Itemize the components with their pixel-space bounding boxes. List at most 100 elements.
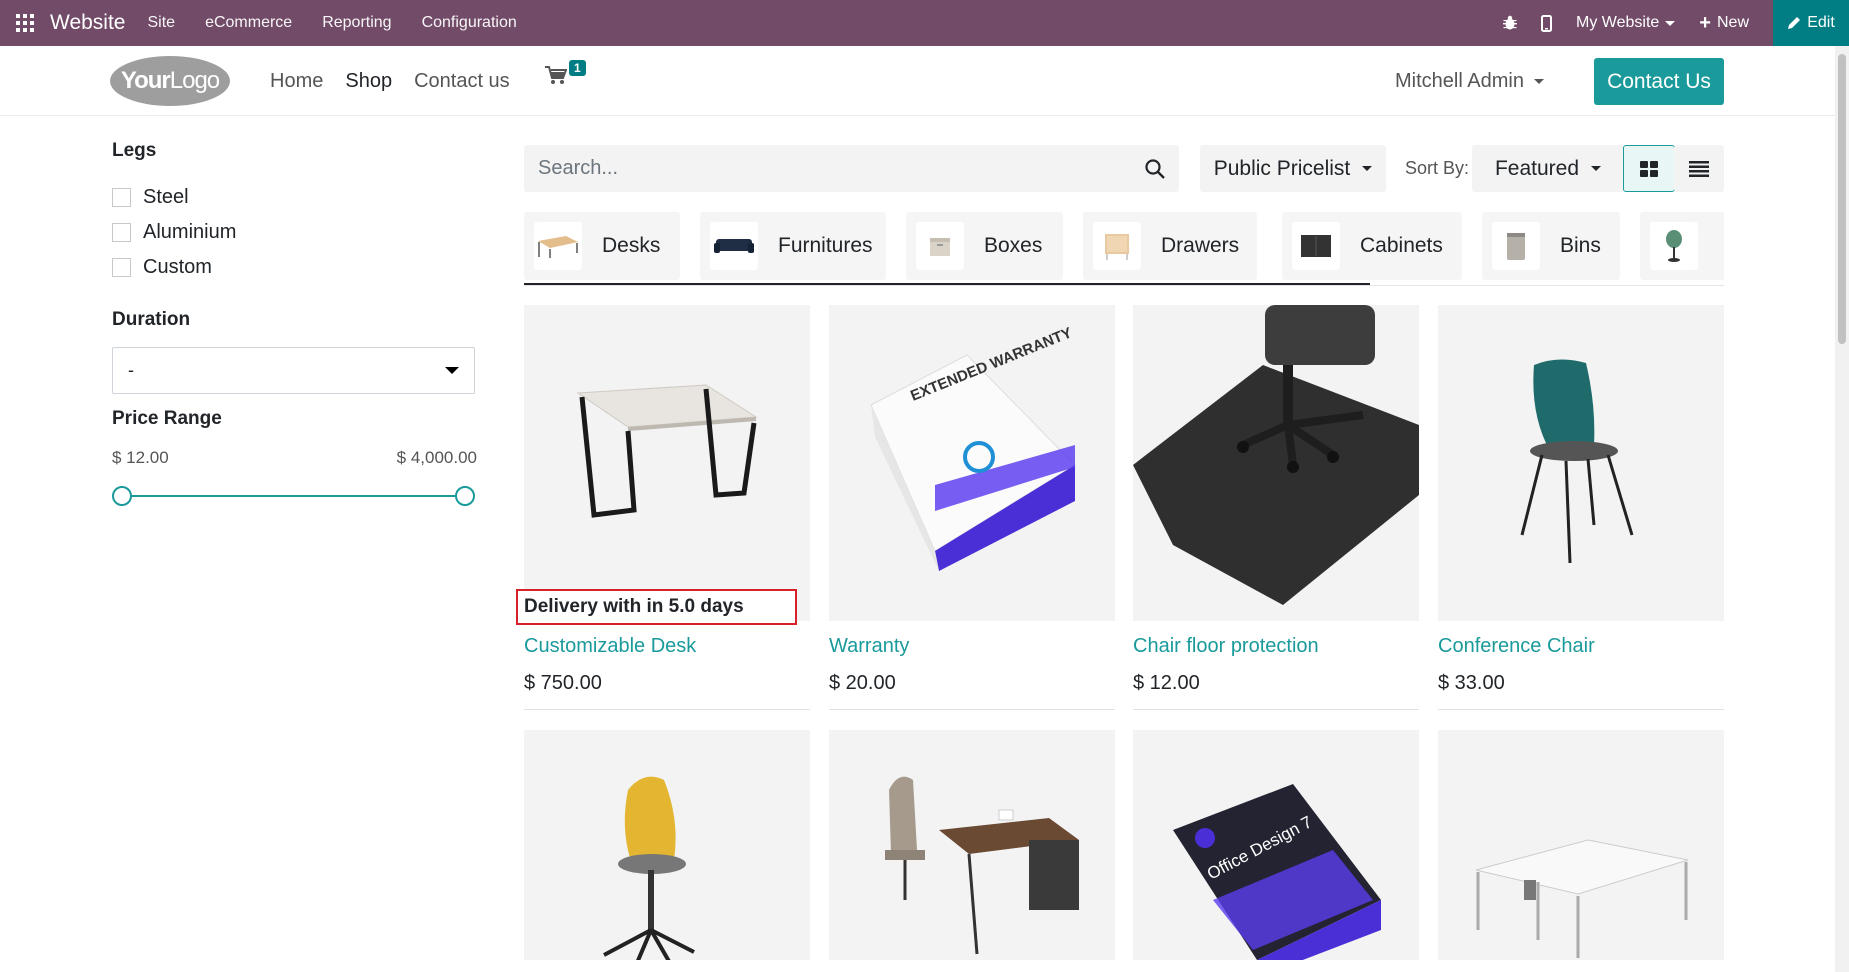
website-selector[interactable]: My Website xyxy=(1576,14,1676,32)
product-price: $ 33.00 xyxy=(1438,672,1505,694)
product-image[interactable] xyxy=(1133,305,1419,621)
legs-filter-title: Legs xyxy=(112,140,157,161)
grid-icon xyxy=(1640,160,1658,177)
bin-thumbnail xyxy=(1492,222,1540,270)
shopping-cart-icon xyxy=(545,66,568,84)
duration-select[interactable]: - xyxy=(112,347,475,394)
sofa-thumbnail xyxy=(710,222,758,270)
menu-reporting[interactable]: Reporting xyxy=(322,14,391,32)
category-boxes[interactable]: Boxes xyxy=(906,212,1063,280)
product-card[interactable] xyxy=(524,730,810,960)
product-image[interactable] xyxy=(524,305,810,621)
product-image[interactable] xyxy=(1438,730,1724,960)
website-header: Your Logo Home Shop Contact us 1 Mitchell… xyxy=(0,46,1835,116)
cart-count-badge: 1 xyxy=(569,60,586,76)
user-menu[interactable]: Mitchell Admin xyxy=(1395,70,1544,93)
lamp-thumbnail xyxy=(1650,222,1698,270)
pricelist-dropdown[interactable]: Public Pricelist xyxy=(1200,145,1386,192)
card-divider xyxy=(829,709,1115,710)
product-name[interactable]: Warranty xyxy=(829,635,1115,661)
product-card[interactable]: EXTENDED WARRANTY Warranty $ 20.00 xyxy=(829,305,1115,710)
product-image[interactable] xyxy=(1438,305,1724,621)
product-image[interactable]: EXTENDED WARRANTY xyxy=(829,305,1115,621)
nav-shop[interactable]: Shop xyxy=(345,70,392,93)
product-name[interactable]: Customizable Desk xyxy=(524,635,810,661)
category-desks[interactable]: Desks xyxy=(524,212,680,280)
category-bins[interactable]: Bins xyxy=(1482,212,1620,280)
product-card[interactable] xyxy=(829,730,1115,960)
filter-steel[interactable]: Steel xyxy=(112,180,477,215)
product-name[interactable]: Conference Chair xyxy=(1438,635,1724,661)
drawer-thumbnail xyxy=(1093,222,1141,270)
nav-home[interactable]: Home xyxy=(270,70,323,93)
logo-text: Logo xyxy=(169,67,220,94)
product-card[interactable]: Chair floor protection $ 12.00 xyxy=(1133,305,1419,710)
price-max: $ 4,000.00 xyxy=(396,448,477,467)
price-min: $ 12.00 xyxy=(112,448,169,467)
checkbox[interactable] xyxy=(112,258,131,277)
sort-dropdown[interactable]: Featured xyxy=(1472,145,1624,192)
new-button[interactable]: + New xyxy=(1699,13,1749,33)
product-card[interactable] xyxy=(1438,730,1724,960)
cart-link[interactable]: 1 xyxy=(545,60,586,91)
slider-max-handle[interactable] xyxy=(455,486,475,506)
pencil-icon xyxy=(1788,17,1801,29)
slider-min-handle[interactable] xyxy=(112,486,132,506)
product-card[interactable]: Customizable Desk $ 750.00 xyxy=(524,305,810,710)
price-range-title: Price Range xyxy=(112,408,222,429)
category-drawers[interactable]: Drawers xyxy=(1083,212,1257,280)
plus-icon: + xyxy=(1699,12,1711,34)
menu-site[interactable]: Site xyxy=(147,14,175,32)
category-label: Boxes xyxy=(984,234,1043,257)
chevron-down-icon xyxy=(1362,166,1373,171)
product-card[interactable]: Conference Chair $ 33.00 xyxy=(1438,305,1724,710)
apps-menu-icon[interactable] xyxy=(0,0,50,46)
product-price: $ 750.00 xyxy=(524,672,602,694)
checkbox[interactable] xyxy=(112,188,131,207)
site-logo[interactable]: Your Logo xyxy=(110,56,230,106)
search-icon[interactable] xyxy=(1145,158,1165,179)
search-input[interactable]: Search... xyxy=(524,145,1179,192)
new-button-label: New xyxy=(1716,14,1749,31)
nav-contact-us[interactable]: Contact us xyxy=(414,70,510,93)
product-image[interactable] xyxy=(524,730,810,960)
mobile-preview-icon[interactable] xyxy=(1541,14,1553,32)
website-selector-label: My Website xyxy=(1576,14,1660,31)
contact-us-button[interactable]: Contact Us xyxy=(1594,58,1724,105)
category-cabinets[interactable]: Cabinets xyxy=(1282,212,1462,280)
list-icon xyxy=(1689,160,1709,177)
products-toolbar: Search... Public Pricelist Sort By: Feat… xyxy=(524,145,1724,192)
search-placeholder: Search... xyxy=(538,157,619,179)
logo-text-bold: Your xyxy=(120,67,171,94)
list-view-button[interactable] xyxy=(1674,145,1724,192)
category-lamps[interactable] xyxy=(1640,212,1724,280)
menu-ecommerce[interactable]: eCommerce xyxy=(205,14,292,32)
filter-custom[interactable]: Custom xyxy=(112,250,477,285)
filter-aluminium[interactable]: Aluminium xyxy=(112,215,477,250)
debug-bug-icon[interactable] xyxy=(1503,15,1518,31)
product-image[interactable] xyxy=(829,730,1115,960)
main-nav: Home Shop Contact us xyxy=(270,46,510,116)
grid-view-button[interactable] xyxy=(1623,145,1675,192)
product-card[interactable]: Office Design 7 xyxy=(1133,730,1419,960)
scrollbar-thumb[interactable] xyxy=(1838,54,1846,344)
filter-label: Custom xyxy=(143,256,212,278)
menu-configuration[interactable]: Configuration xyxy=(422,14,517,32)
pricelist-label: Public Pricelist xyxy=(1213,156,1351,180)
chevron-down-icon xyxy=(445,367,459,374)
app-brand[interactable]: Website xyxy=(50,11,125,35)
category-furnitures[interactable]: Furnitures xyxy=(700,212,886,280)
price-range-slider[interactable] xyxy=(112,484,475,508)
category-label: Cabinets xyxy=(1360,234,1443,257)
category-label: Drawers xyxy=(1161,234,1240,257)
product-name[interactable]: Chair floor protection xyxy=(1133,635,1419,661)
chevron-down-icon xyxy=(1591,166,1602,171)
card-divider xyxy=(1438,709,1724,710)
category-divider xyxy=(524,285,1724,286)
page-scrollbar[interactable] xyxy=(1835,46,1849,972)
checkbox[interactable] xyxy=(112,223,131,242)
product-image[interactable]: Office Design 7 xyxy=(1133,730,1419,960)
slider-track xyxy=(122,495,465,497)
edit-button[interactable]: Edit xyxy=(1773,0,1849,46)
product-price: $ 20.00 xyxy=(829,672,896,694)
